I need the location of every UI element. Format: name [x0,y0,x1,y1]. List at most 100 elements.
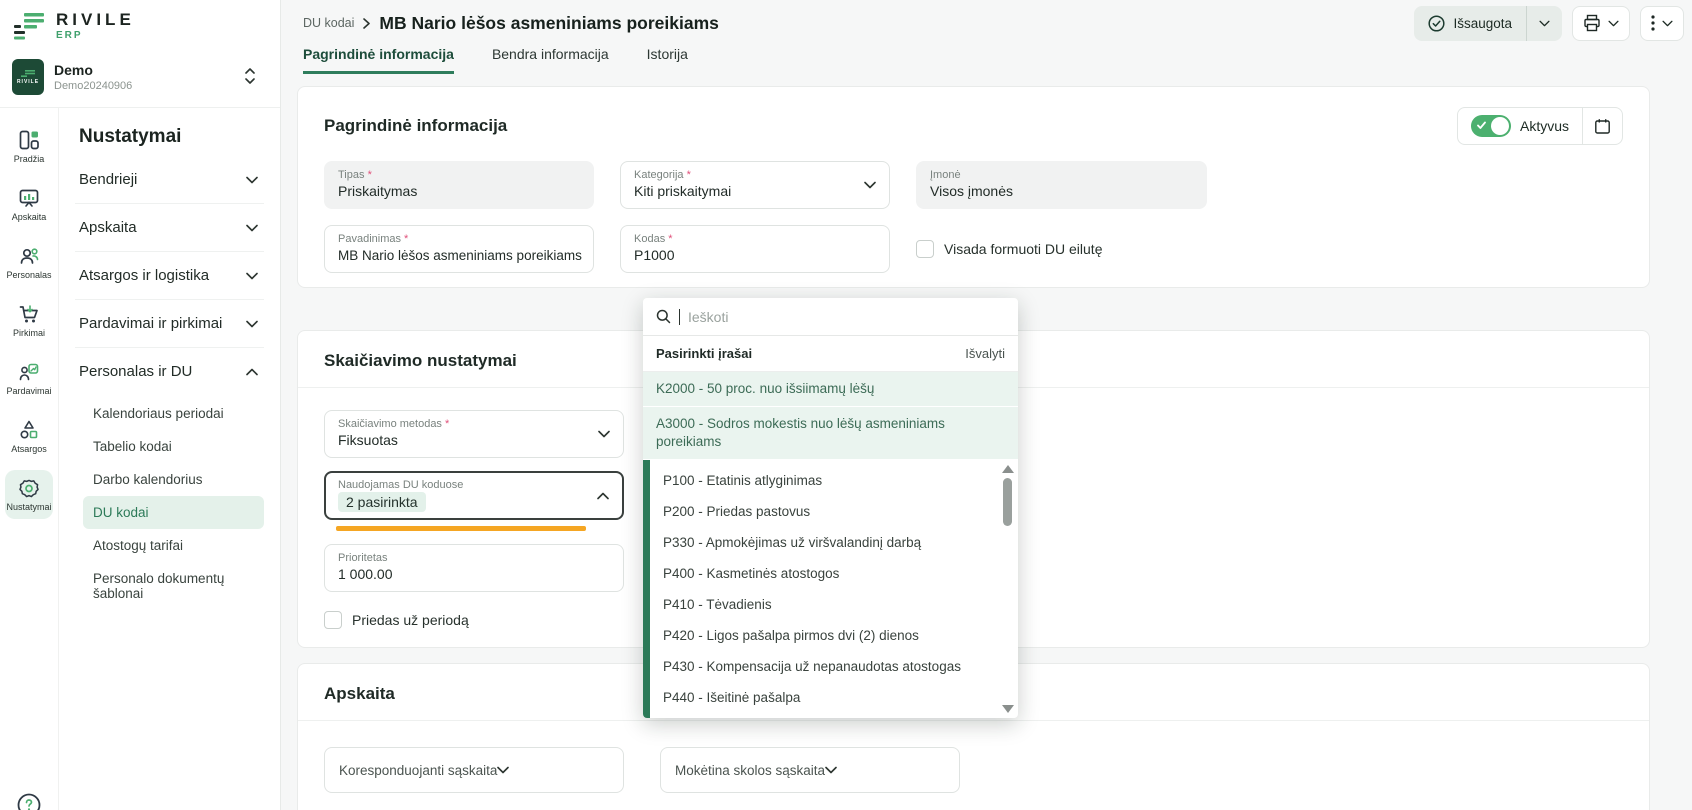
save-button-label: Išsaugota [1453,16,1512,31]
field-label: Prioritetas [338,552,388,564]
home-grid-icon [18,129,40,151]
rivile-logo-icon [12,10,46,40]
rail-item-pradzia[interactable]: Pradžia [5,122,53,171]
kategorija-select[interactable]: Kategorija * Kiti priskaitymai [620,161,890,209]
submenu-title: Nustatymai [79,126,264,148]
chevron-down-icon [1539,20,1550,27]
more-actions-button[interactable] [1640,6,1684,41]
save-options-button[interactable] [1527,20,1562,27]
nav-group-apskaita[interactable]: Apskaita [75,204,264,251]
scroll-up-arrow-icon[interactable] [1002,465,1014,473]
option-p440[interactable]: P440 - Išeitinė pašalpa [650,682,1018,713]
scrollbar-thumb[interactable] [1003,478,1012,526]
field-label: Tipas [338,169,365,181]
sidebar-item-du-kodai[interactable]: DU kodai [83,496,264,529]
visada-formuoti-checkbox[interactable]: Visada formuoti DU eilutę [916,240,1102,258]
checkbox-box[interactable] [324,611,342,629]
checkbox-label: Visada formuoti DU eilutę [944,241,1102,257]
rail-label: Pardavimai [6,386,51,396]
field-label: Įmonė [930,169,961,181]
active-toggle-label: Aktyvus [1520,118,1569,134]
checkbox-box[interactable] [916,240,934,258]
du-koduose-multiselect[interactable]: Naudojamas DU koduose 2 pasirinkta [324,471,624,520]
rail-item-nustatymai[interactable]: Nustatymai [5,470,53,519]
nav-group-personalas-du[interactable]: Personalas ir DU [75,348,264,395]
tab-istorija[interactable]: Istorija [647,46,688,74]
nav-group-pardavimai-pirkimai[interactable]: Pardavimai ir pirkimai [75,300,264,347]
nav-group-bendrieji[interactable]: Bendrieji [75,156,264,203]
dropdown-scrollbar[interactable] [1001,465,1014,713]
select-label: Koresponduojanti sąskaita [339,763,497,778]
koresponduojanti-saskaita-select[interactable]: Koresponduojanti sąskaita [324,747,624,793]
app-logo[interactable]: RIVILE ERP [10,10,270,41]
required-asterisk: * [668,233,672,245]
option-p100[interactable]: P100 - Etatinis atlyginimas [650,465,1018,496]
du-koduose-dropdown: Pasirinkti įrašai Išvalyti K2000 - 50 pr… [643,298,1018,718]
print-button[interactable] [1572,6,1630,41]
sidebar-item-kalendoriaus-periodai[interactable]: Kalendoriaus periodai [83,397,264,430]
sidebar-item-atostogu-tarifai[interactable]: Atostogų tarifai [83,529,264,562]
sidebar-header: RIVILE ERP RIVILE Demo Demo20240906 [0,0,280,107]
field-label: Pavadinimas [338,233,401,245]
required-asterisk: * [687,169,691,181]
selected-item[interactable]: A3000 - Sodros mokestis nuo lėšų asmenin… [643,407,1018,460]
chevron-down-icon [864,181,876,189]
updown-chevron-icon[interactable] [244,67,256,85]
company-logo-text: RIVILE [17,79,39,85]
option-p330[interactable]: P330 - Apmokėjimas už viršvalandinį darb… [650,527,1018,558]
option-p430[interactable]: P430 - Kompensacija už nepanaudotas atos… [650,651,1018,682]
option-p200[interactable]: P200 - Priedas pastovus [650,496,1018,527]
imone-field: Įmonė Visos įmonės [916,161,1207,209]
sidebar-item-tabelio-kodai[interactable]: Tabelio kodai [83,430,264,463]
chevron-down-icon [598,430,610,438]
rail-item-apskaita[interactable]: Apskaita [5,180,53,229]
skaiciavimo-metodas-select[interactable]: Skaičiavimo metodas * Fiksuotas [324,410,624,458]
field-label: Naudojamas DU koduose [338,479,463,491]
prioritetas-input[interactable]: Prioritetas 1 000.00 [324,544,624,592]
tab-bar: Pagrindinė informacija Bendra informacij… [303,46,688,74]
rail-item-atsargos[interactable]: Atsargos [5,412,53,461]
selected-item[interactable]: K2000 - 50 proc. nuo išsiimamų lėšų [643,372,1018,407]
field-label: Kategorija [634,169,684,181]
chevron-up-icon [246,368,258,376]
chevron-down-icon [246,176,258,184]
select-label: Mokėtina skolos sąskaita [675,763,825,778]
breadcrumb[interactable]: DU kodai [303,16,354,30]
option-p410[interactable]: P410 - Tėvadienis [650,589,1018,620]
company-logo-bars-icon [21,70,35,77]
shapes-icon [18,419,40,441]
scroll-down-arrow-icon[interactable] [1002,705,1014,713]
rail-item-pirkimai[interactable]: Pirkimai [5,296,53,345]
required-asterisk: * [404,233,408,245]
help-button[interactable] [16,792,42,810]
moketina-skolos-saskaita-select[interactable]: Mokėtina skolos sąskaita [660,747,960,793]
rail-item-pardavimai[interactable]: Pardavimai [5,354,53,403]
sidebar-item-darbo-kalendorius[interactable]: Darbo kalendorius [83,463,264,496]
tab-pagrindine-informacija[interactable]: Pagrindinė informacija [303,46,454,74]
calendar-icon [1594,118,1611,135]
nav-group-label: Apskaita [79,219,137,236]
active-toggle-box: Aktyvus [1457,107,1623,145]
kodas-input[interactable]: Kodas * P1000 [620,225,890,273]
active-toggle[interactable] [1471,115,1511,137]
priedas-uz-perioda-checkbox[interactable]: Priedas už periodą [324,611,624,629]
tab-bendra-informacija[interactable]: Bendra informacija [492,46,609,74]
sidebar-item-personalo-dokumentu-sablonai[interactable]: Personalo dokumentų šablonai [83,562,264,610]
chevron-down-icon [246,224,258,232]
nav-group-atsargos-logistika[interactable]: Atsargos ir logistika [75,252,264,299]
option-p400[interactable]: P400 - Kasmetinės atostogos [650,558,1018,589]
gear-icon [18,477,40,499]
rail-label: Atsargos [11,444,47,454]
cart-icon [18,303,40,325]
required-asterisk: * [368,169,372,181]
save-button[interactable]: Išsaugota [1414,6,1562,41]
pavadinimas-input[interactable]: Pavadinimas * MB Nario lėšos asmeniniams… [324,225,594,273]
selected-header: Pasirinkti įrašai [656,346,752,361]
rail-item-personalas[interactable]: Personalas [5,238,53,287]
option-p420[interactable]: P420 - Ligos pašalpa pirmos dvi (2) dien… [650,620,1018,651]
calendar-button[interactable] [1583,118,1622,135]
company-selector[interactable]: RIVILE Demo Demo20240906 [10,59,270,95]
search-input[interactable] [688,309,1005,325]
general-info-card: Pagrindinė informacija Aktyvus [297,86,1650,288]
clear-selection-link[interactable]: Išvalyti [965,346,1005,361]
